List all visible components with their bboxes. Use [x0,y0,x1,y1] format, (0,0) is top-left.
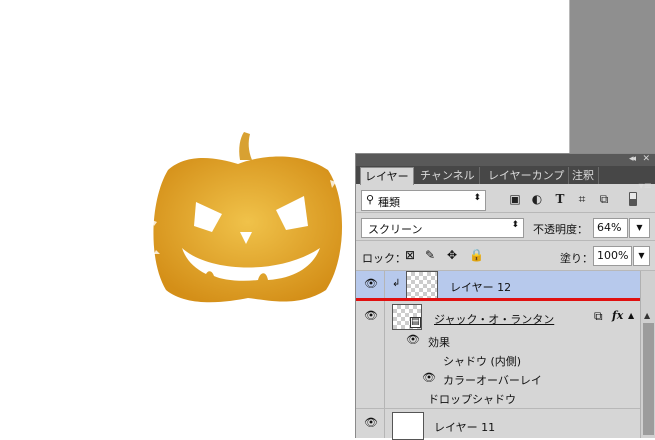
opacity-label: 不透明度： [533,223,588,236]
fill-dropdown-button[interactable]: ▼ [633,246,650,266]
effect-row-inner-shadow[interactable]: シャドウ (内側) [356,350,640,369]
eye-icon[interactable]: 👁 [364,417,378,428]
clipping-arrow-icon: ↲ [392,278,401,289]
effect-name: シャドウ (内側) [443,355,522,368]
eye-icon[interactable]: 👁 [364,278,378,289]
tab-notes[interactable]: 注釈 [568,167,599,184]
layer-thumbnail[interactable] [392,412,424,440]
layers-scrollbar[interactable]: ▲ [640,271,655,438]
adjustment-filter-icon[interactable]: ◐ [529,191,545,207]
opacity-dropdown-button[interactable]: ▼ [629,218,650,238]
shape-filter-icon[interactable]: ⌗ [574,191,590,207]
effects-label: 効果 [428,336,450,349]
fill-value: 100% [597,249,629,262]
panel-tabs: レイヤー チャンネル レイヤーカンプ 注釈 ▾≡ [356,166,655,192]
layer-row-jack-o-lantern[interactable]: 👁 ▤ ジャック・オ・ランタン ⧉ fx ▲ [356,301,640,408]
collapse-effects-icon[interactable]: ▲ [628,311,634,320]
fx-icon[interactable]: fx [612,309,623,322]
effects-row[interactable]: 👁 効果 [356,331,640,350]
eye-icon[interactable]: 👁 [422,372,436,383]
filter-toggle-indicator [630,193,636,199]
tab-layers[interactable]: レイヤー [360,167,414,185]
image-filter-icon[interactable]: ▣ [507,191,523,207]
divider [356,212,655,213]
chevron-updown-icon: ⬍ [473,193,481,203]
layer-row-12[interactable]: 👁 ↲ レイヤー 12 [356,271,640,299]
layer-name[interactable]: レイヤー 11 [434,419,495,435]
fill-label: 塗り： [560,252,593,265]
eye-icon[interactable]: 👁 [364,310,378,321]
chevron-updown-icon: ⬍ [511,220,519,230]
effect-name: ドロップシャドウ [428,393,516,406]
scrollbar-thumb[interactable] [643,323,654,435]
layer-thumbnail[interactable] [406,271,438,299]
smart-object-icon: ▤ [410,317,421,328]
filter-kind-select[interactable]: ⚲ 種類 ⬍ [361,190,486,211]
effect-row-drop-shadow[interactable]: ドロップシャドウ [356,388,640,407]
blend-mode-value: スクリーン [368,223,423,236]
effect-row-color-overlay[interactable]: 👁 カラーオーバーレイ [356,369,640,388]
smart-object-filter-icon[interactable]: ⧉ [596,191,612,207]
layer-name[interactable]: ジャック・オ・ランタン [434,311,554,327]
opacity-value: 64% [597,221,622,234]
layer-row-11[interactable]: 👁 レイヤー 11 [356,409,640,440]
link-icon: ⧉ [594,309,603,323]
filter-kind-value: 種類 [378,196,400,209]
type-filter-icon[interactable]: T [552,191,568,207]
layers-panel: ◂◂ ✕ レイヤー チャンネル レイヤーカンプ 注釈 ▾≡ ⚲ 種類 ⬍ ▣ ◐… [355,153,655,440]
fill-input[interactable]: 100% [593,246,632,266]
collapse-icon[interactable]: ◂◂ [629,154,636,164]
panel-menu-icon[interactable]: ▾≡ [639,181,652,192]
lock-paint-icon[interactable]: ✎ [423,248,437,262]
layer-name[interactable]: レイヤー 12 [450,279,511,295]
lock-label: ロック： [362,252,406,265]
effect-name: カラーオーバーレイ [443,374,542,387]
lock-position-icon[interactable]: ✥ [445,248,459,262]
lock-all-icon[interactable]: 🔒 [469,248,484,262]
divider [356,240,655,241]
close-icon[interactable]: ✕ [642,154,650,164]
eye-icon[interactable]: 👁 [406,334,420,345]
opacity-input[interactable]: 64% [593,218,628,238]
pumpkin-artwork [152,132,343,303]
lock-pixels-icon[interactable]: ⊠ [403,248,417,262]
visibility-column: 👁 [356,409,385,438]
tab-channels[interactable]: チャンネル [416,167,480,184]
search-icon: ⚲ [366,193,375,206]
visibility-column: 👁 [356,271,385,298]
scroll-up-icon[interactable]: ▲ [644,311,650,320]
blend-mode-select[interactable]: スクリーン ⬍ [361,218,524,238]
tab-layer-comps[interactable]: レイヤーカンプ [484,167,570,184]
panel-title-strip[interactable]: ◂◂ ✕ [356,154,655,166]
filter-toggle[interactable] [629,192,637,206]
